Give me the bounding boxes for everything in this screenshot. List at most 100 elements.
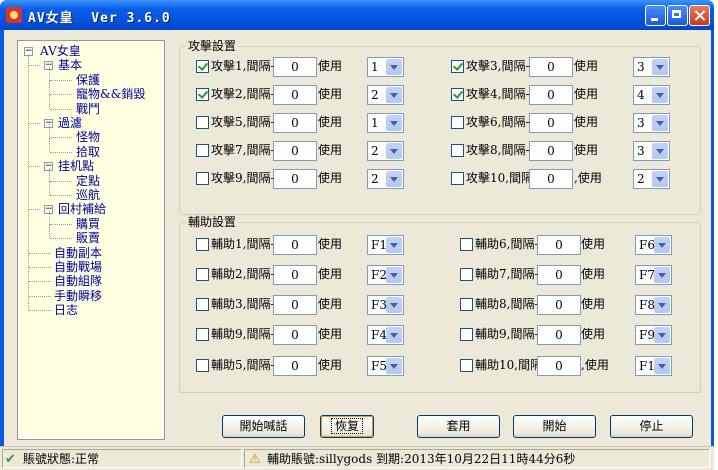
assist-interval-input[interactable]: 0 (273, 295, 317, 315)
assist-skill-select[interactable]: F2 (367, 265, 404, 285)
tree-root-collapse-toggle[interactable]: − (24, 47, 33, 56)
apply-button[interactable]: 套用 (417, 415, 500, 438)
tree-item[interactable]: 基本 (58, 58, 82, 72)
tree-item[interactable]: 巡航 (76, 188, 100, 202)
chevron-down-icon[interactable] (386, 59, 402, 75)
attack-interval-input[interactable]: 0 (529, 57, 573, 77)
attack-left-0-checkbox[interactable] (196, 60, 209, 73)
attack-interval-input[interactable]: 0 (529, 85, 573, 105)
chevron-down-icon[interactable] (386, 237, 402, 253)
tree-item[interactable]: 回村補給 (58, 202, 106, 216)
attack-interval-input[interactable]: 0 (529, 113, 573, 133)
attack-skill-select[interactable]: 3 (633, 57, 670, 77)
chevron-down-icon[interactable] (386, 171, 402, 187)
chevron-down-icon[interactable] (652, 59, 668, 75)
close-button[interactable] (689, 5, 710, 26)
tree-item[interactable]: 自動副本 (54, 246, 102, 260)
attack-interval-input[interactable]: 0 (529, 169, 573, 189)
tree-item[interactable]: 戰鬥 (76, 102, 100, 116)
assist-skill-select[interactable]: F10 (635, 356, 672, 376)
tree-item[interactable]: 拾取 (76, 145, 100, 159)
assist-right-0-checkbox[interactable] (460, 238, 473, 251)
attack-right-2-checkbox[interactable] (451, 116, 464, 129)
maximize-button[interactable] (667, 5, 688, 26)
chevron-down-icon[interactable] (654, 297, 670, 313)
chevron-down-icon[interactable] (386, 297, 402, 313)
chevron-down-icon[interactable] (654, 267, 670, 283)
attack-interval-input[interactable]: 0 (273, 141, 317, 161)
assist-interval-input[interactable]: 0 (273, 235, 317, 255)
assist-skill-select[interactable]: F7 (635, 265, 672, 285)
assist-right-1-checkbox[interactable] (460, 268, 473, 281)
tree-item[interactable]: 保護 (76, 73, 100, 87)
title-bar[interactable]: AV女皇 Ver 3.6.0 (0, 0, 714, 30)
assist-interval-input[interactable]: 0 (537, 295, 581, 315)
attack-skill-select[interactable]: 3 (633, 141, 670, 161)
tree-item[interactable]: 過濾 (58, 116, 82, 130)
chevron-down-icon[interactable] (654, 237, 670, 253)
attack-right-0-checkbox[interactable] (451, 60, 464, 73)
tree-item[interactable]: 販賣 (76, 231, 100, 245)
assist-skill-select[interactable]: F3 (367, 295, 404, 315)
tree-item[interactable]: 定點 (76, 174, 100, 188)
minimize-button[interactable] (645, 5, 666, 26)
attack-right-1-checkbox[interactable] (451, 88, 464, 101)
attack-interval-input[interactable]: 0 (529, 141, 573, 161)
attack-right-3-checkbox[interactable] (451, 144, 464, 157)
assist-skill-select[interactable]: F1 (367, 235, 404, 255)
assist-skill-select[interactable]: F9 (635, 325, 672, 345)
chevron-down-icon[interactable] (652, 115, 668, 131)
tree-item[interactable]: 挂机點 (58, 159, 94, 173)
chevron-down-icon[interactable] (386, 327, 402, 343)
assist-left-1-checkbox[interactable] (196, 268, 209, 281)
attack-skill-select[interactable]: 2 (367, 85, 404, 105)
attack-skill-select[interactable]: 2 (367, 169, 404, 189)
attack-left-1-checkbox[interactable] (196, 88, 209, 101)
attack-skill-select[interactable]: 3 (633, 113, 670, 133)
tree-item[interactable]: 自動組隊 (54, 274, 102, 288)
assist-interval-input[interactable]: 0 (273, 265, 317, 285)
chevron-down-icon[interactable] (386, 115, 402, 131)
attack-left-2-checkbox[interactable] (196, 116, 209, 129)
attack-skill-select[interactable]: 4 (633, 85, 670, 105)
assist-skill-select[interactable]: F8 (635, 295, 672, 315)
attack-skill-select[interactable]: 1 (367, 113, 404, 133)
chevron-down-icon[interactable] (654, 358, 670, 374)
assist-right-4-checkbox[interactable] (460, 359, 473, 372)
assist-interval-input[interactable]: 0 (273, 356, 317, 376)
assist-interval-input[interactable]: 0 (537, 265, 581, 285)
chevron-down-icon[interactable] (652, 87, 668, 103)
assist-left-3-checkbox[interactable] (196, 328, 209, 341)
attack-skill-select[interactable]: 2 (633, 169, 670, 189)
assist-interval-input[interactable]: 0 (273, 325, 317, 345)
assist-left-0-checkbox[interactable] (196, 238, 209, 251)
assist-right-3-checkbox[interactable] (460, 328, 473, 341)
settings-tree[interactable]: − AV女皇 − 基本 保護 寵物&&銷毀 戰鬥 − 過濾 怪物 拾取 − 挂机點 定點 巡航 − 回村補給 購買… (17, 40, 165, 440)
tree-item[interactable]: 怪物 (76, 130, 100, 144)
open-shout-button[interactable]: 開始喊話 (222, 415, 305, 438)
attack-skill-select[interactable]: 1 (367, 57, 404, 77)
restore-button[interactable]: 恢复 (320, 415, 374, 438)
attack-interval-input[interactable]: 0 (273, 85, 317, 105)
chevron-down-icon[interactable] (654, 327, 670, 343)
assist-skill-select[interactable]: F6 (635, 235, 672, 255)
attack-left-4-checkbox[interactable] (196, 172, 209, 185)
tree-root[interactable]: AV女皇 (40, 44, 81, 58)
assist-left-2-checkbox[interactable] (196, 298, 209, 311)
chevron-down-icon[interactable] (652, 143, 668, 159)
tree-item[interactable]: 日志 (54, 303, 78, 317)
attack-interval-input[interactable]: 0 (273, 57, 317, 77)
attack-left-3-checkbox[interactable] (196, 144, 209, 157)
assist-interval-input[interactable]: 0 (537, 235, 581, 255)
attack-interval-input[interactable]: 0 (273, 113, 317, 133)
assist-skill-select[interactable]: F5 (367, 356, 404, 376)
assist-right-2-checkbox[interactable] (460, 298, 473, 311)
chevron-down-icon[interactable] (386, 143, 402, 159)
chevron-down-icon[interactable] (386, 87, 402, 103)
chevron-down-icon[interactable] (652, 171, 668, 187)
start-button[interactable]: 開始 (513, 415, 596, 438)
assist-skill-select[interactable]: F4 (367, 325, 404, 345)
assist-interval-input[interactable]: 0 (537, 356, 581, 376)
tree-item[interactable]: 自動戰場 (54, 260, 102, 274)
tree-item[interactable]: 寵物&&銷毀 (76, 87, 145, 101)
